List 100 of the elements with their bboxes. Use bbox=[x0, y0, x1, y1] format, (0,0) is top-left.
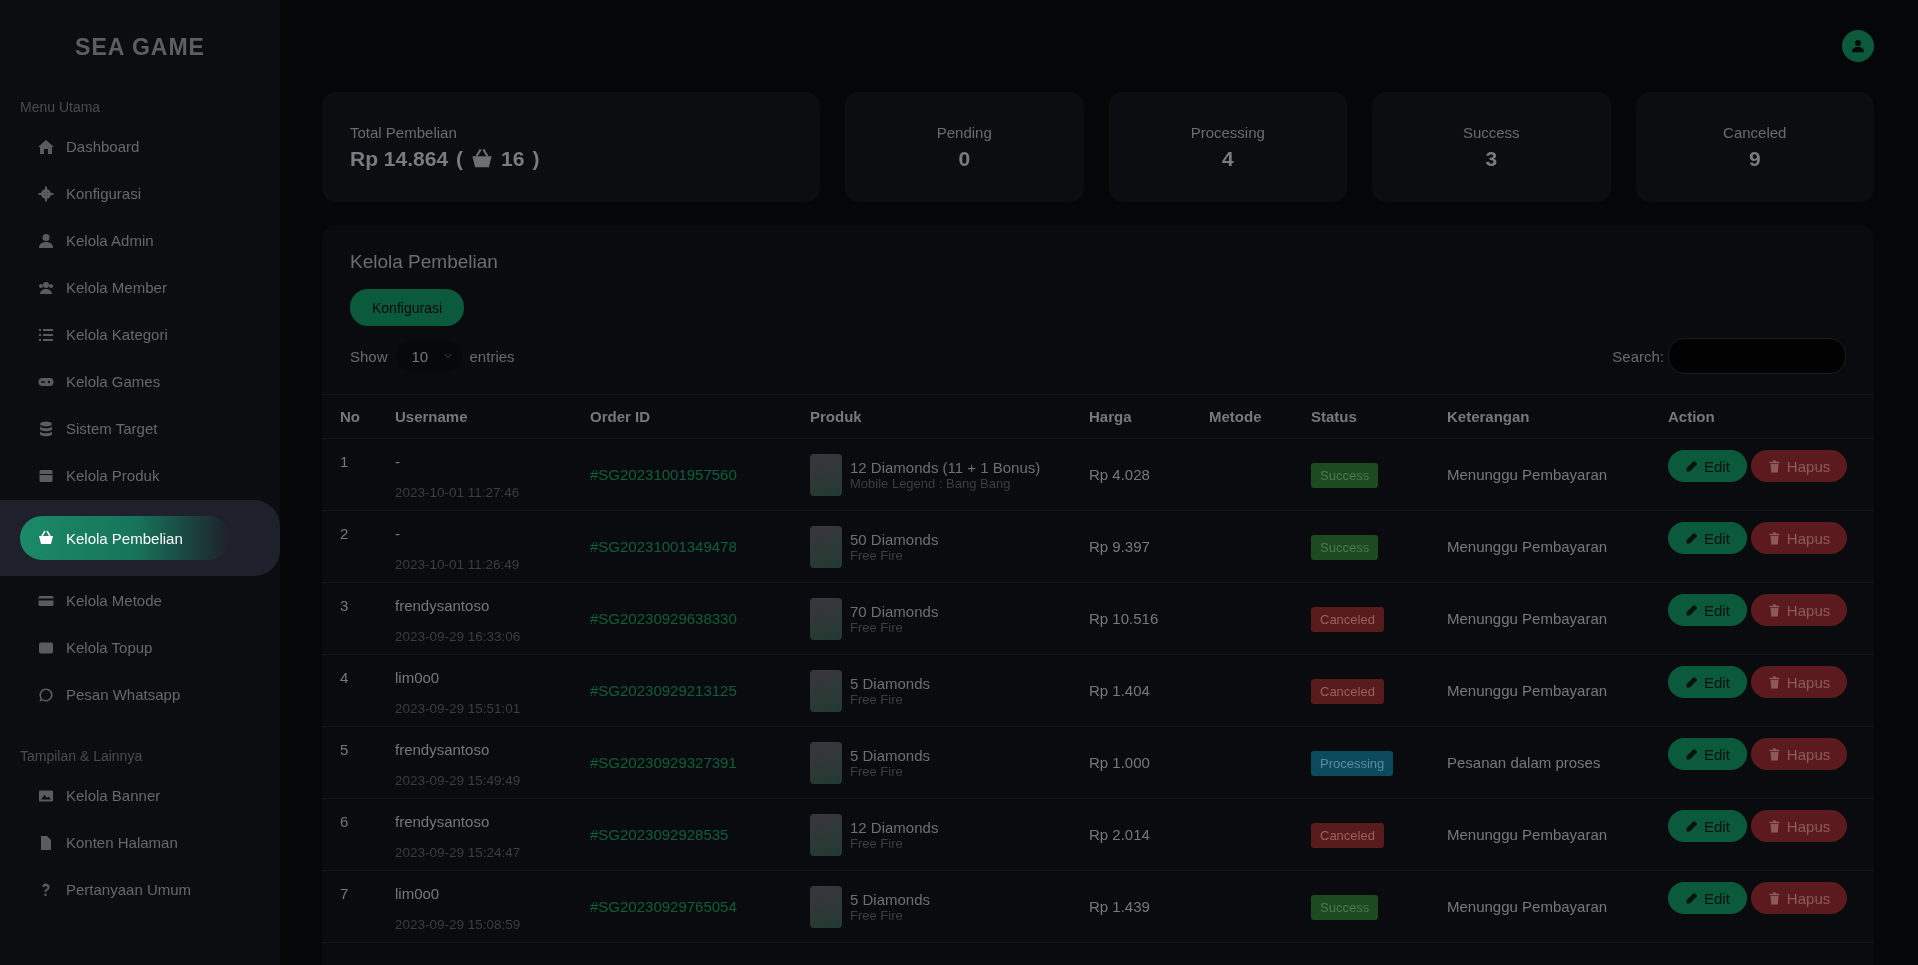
product-name: 5 Diamonds bbox=[850, 890, 931, 908]
sidebar-item[interactable]: Sistem Target bbox=[0, 405, 280, 452]
sidebar-item[interactable]: Pertanyaan Umum bbox=[0, 866, 280, 913]
order-id-link[interactable]: #SG2023092928535 bbox=[590, 826, 729, 843]
note-text: Menunggu Pembayaran bbox=[1447, 610, 1608, 627]
edit-button[interactable]: Edit bbox=[1668, 522, 1747, 554]
stat-label: Pending bbox=[936, 123, 992, 141]
whatsapp-icon bbox=[38, 686, 54, 703]
stat-label: Success bbox=[1462, 123, 1520, 141]
entries-label: entries bbox=[469, 347, 515, 365]
stat-value: Rp 14.864 bbox=[350, 146, 449, 171]
price: Rp 9.397 bbox=[1089, 538, 1150, 555]
trash-icon bbox=[1767, 819, 1781, 833]
search-field[interactable] bbox=[1668, 338, 1846, 374]
note-text: Menunggu Pembayaran bbox=[1447, 682, 1608, 699]
entries-select[interactable]: 10 bbox=[395, 341, 462, 371]
home-icon bbox=[38, 138, 54, 155]
config-button[interactable]: Konfigurasi bbox=[350, 289, 465, 326]
sidebar-item[interactable]: Kelola Banner bbox=[0, 772, 280, 819]
list-icon bbox=[38, 326, 54, 343]
username: frendysantoso bbox=[395, 813, 491, 830]
product-thumbnail bbox=[810, 453, 842, 496]
stat-label: Processing bbox=[1190, 123, 1265, 141]
price: Rp 4.028 bbox=[1089, 466, 1150, 483]
column-header[interactable]: Produk bbox=[810, 408, 862, 425]
section-heading: Tampilan & Lainnya bbox=[20, 748, 144, 764]
sidebar-item[interactable]: Dashboard bbox=[0, 123, 280, 170]
delete-button[interactable]: Hapus bbox=[1750, 666, 1848, 698]
note-text: Menunggu Pembayaran bbox=[1447, 898, 1608, 915]
note-text: Pesanan dalam proses bbox=[1447, 754, 1601, 771]
edit-button[interactable]: Edit bbox=[1668, 594, 1747, 626]
note-text: Menunggu Pembayaran bbox=[1447, 466, 1608, 483]
column-header[interactable]: No bbox=[340, 408, 360, 425]
product-thumbnail bbox=[810, 885, 842, 928]
product-name: 12 Diamonds bbox=[850, 818, 939, 836]
column-header[interactable]: Username bbox=[395, 408, 468, 425]
status-badge: Canceled bbox=[1311, 607, 1384, 632]
product-thumbnail bbox=[810, 813, 842, 856]
stat-label: Canceled bbox=[1723, 123, 1787, 141]
paren-text: ( bbox=[456, 146, 464, 171]
column-header[interactable]: Status bbox=[1311, 408, 1357, 425]
sidebar-item[interactable]: Kelola Topup bbox=[0, 624, 280, 671]
order-id-link[interactable]: #SG20230929638330 bbox=[590, 610, 737, 627]
order-id-link[interactable]: #SG20231001349478 bbox=[590, 538, 737, 555]
sidebar-item[interactable]: Kelola Metode bbox=[0, 577, 280, 624]
sidebar-item[interactable]: Kelola Produk bbox=[0, 452, 280, 499]
column-header[interactable]: Action bbox=[1668, 408, 1715, 425]
database-icon bbox=[38, 420, 54, 437]
delete-button[interactable]: Hapus bbox=[1750, 738, 1848, 770]
chevron-icon bbox=[443, 352, 452, 360]
sidebar-item[interactable]: Kelola Games bbox=[0, 358, 280, 405]
sidebar-item[interactable]: Konten Halaman bbox=[0, 819, 280, 866]
trash-icon bbox=[1767, 747, 1781, 761]
user-icon bbox=[1851, 39, 1865, 53]
delete-button[interactable]: Hapus bbox=[1750, 810, 1848, 842]
delete-button[interactable]: Hapus bbox=[1750, 522, 1848, 554]
product-name: 12 Diamonds (11 + 1 Bonus) bbox=[850, 458, 1041, 476]
order-id-link[interactable]: #SG20230929765054 bbox=[590, 898, 737, 915]
paren-text: ) bbox=[532, 146, 540, 171]
basket-icon bbox=[471, 147, 494, 170]
stat-value: 4 bbox=[1221, 146, 1234, 171]
column-header[interactable]: Keterangan bbox=[1447, 408, 1530, 425]
pencil-icon bbox=[1685, 819, 1698, 833]
status-badge: Canceled bbox=[1311, 823, 1384, 848]
product-thumbnail bbox=[810, 669, 842, 712]
username: frendysantoso bbox=[395, 597, 491, 614]
column-header[interactable]: Order ID bbox=[590, 408, 650, 425]
row-number: 4 bbox=[340, 669, 349, 686]
sidebar-item[interactable]: Kelola Admin bbox=[0, 217, 280, 264]
sidebar-item[interactable]: Kelola Kategori bbox=[0, 311, 280, 358]
edit-button[interactable]: Edit bbox=[1668, 450, 1747, 482]
stat-count: 16 bbox=[501, 146, 525, 171]
price: Rp 1.404 bbox=[1089, 682, 1150, 699]
edit-button[interactable]: Edit bbox=[1668, 738, 1747, 770]
order-id-link[interactable]: #SG20230929213125 bbox=[590, 682, 737, 699]
order-id-link[interactable]: #SG20231001957560 bbox=[590, 466, 737, 483]
order-id-link[interactable]: #SG20230929327391 bbox=[590, 754, 737, 771]
sidebar-item[interactable]: Konfigurasi bbox=[0, 170, 280, 217]
price: Rp 2.014 bbox=[1089, 826, 1150, 843]
edit-button[interactable]: Edit bbox=[1668, 882, 1747, 914]
delete-button[interactable]: Hapus bbox=[1750, 882, 1848, 914]
note-text: Menunggu Pembayaran bbox=[1447, 538, 1608, 555]
pencil-icon bbox=[1685, 747, 1698, 761]
price: Rp 10.516 bbox=[1089, 610, 1159, 627]
sidebar-item[interactable]: Kelola Member bbox=[0, 264, 280, 311]
stat-value: 9 bbox=[1748, 146, 1761, 171]
edit-button[interactable]: Edit bbox=[1668, 810, 1747, 842]
panel-title: Kelola Pembelian bbox=[350, 251, 499, 273]
delete-button[interactable]: Hapus bbox=[1750, 450, 1848, 482]
row-number: 3 bbox=[340, 597, 349, 614]
row-number: 5 bbox=[340, 741, 349, 758]
pencil-icon bbox=[1685, 531, 1698, 545]
column-header[interactable]: Metode bbox=[1209, 408, 1262, 425]
row-number: 7 bbox=[340, 885, 349, 902]
product-name: 70 Diamonds bbox=[850, 602, 939, 620]
user-avatar[interactable] bbox=[1842, 30, 1874, 62]
edit-button[interactable]: Edit bbox=[1668, 666, 1747, 698]
sidebar-item[interactable]: Pesan Whatsapp bbox=[0, 671, 280, 718]
delete-button[interactable]: Hapus bbox=[1750, 594, 1848, 626]
column-header[interactable]: Harga bbox=[1089, 408, 1132, 425]
